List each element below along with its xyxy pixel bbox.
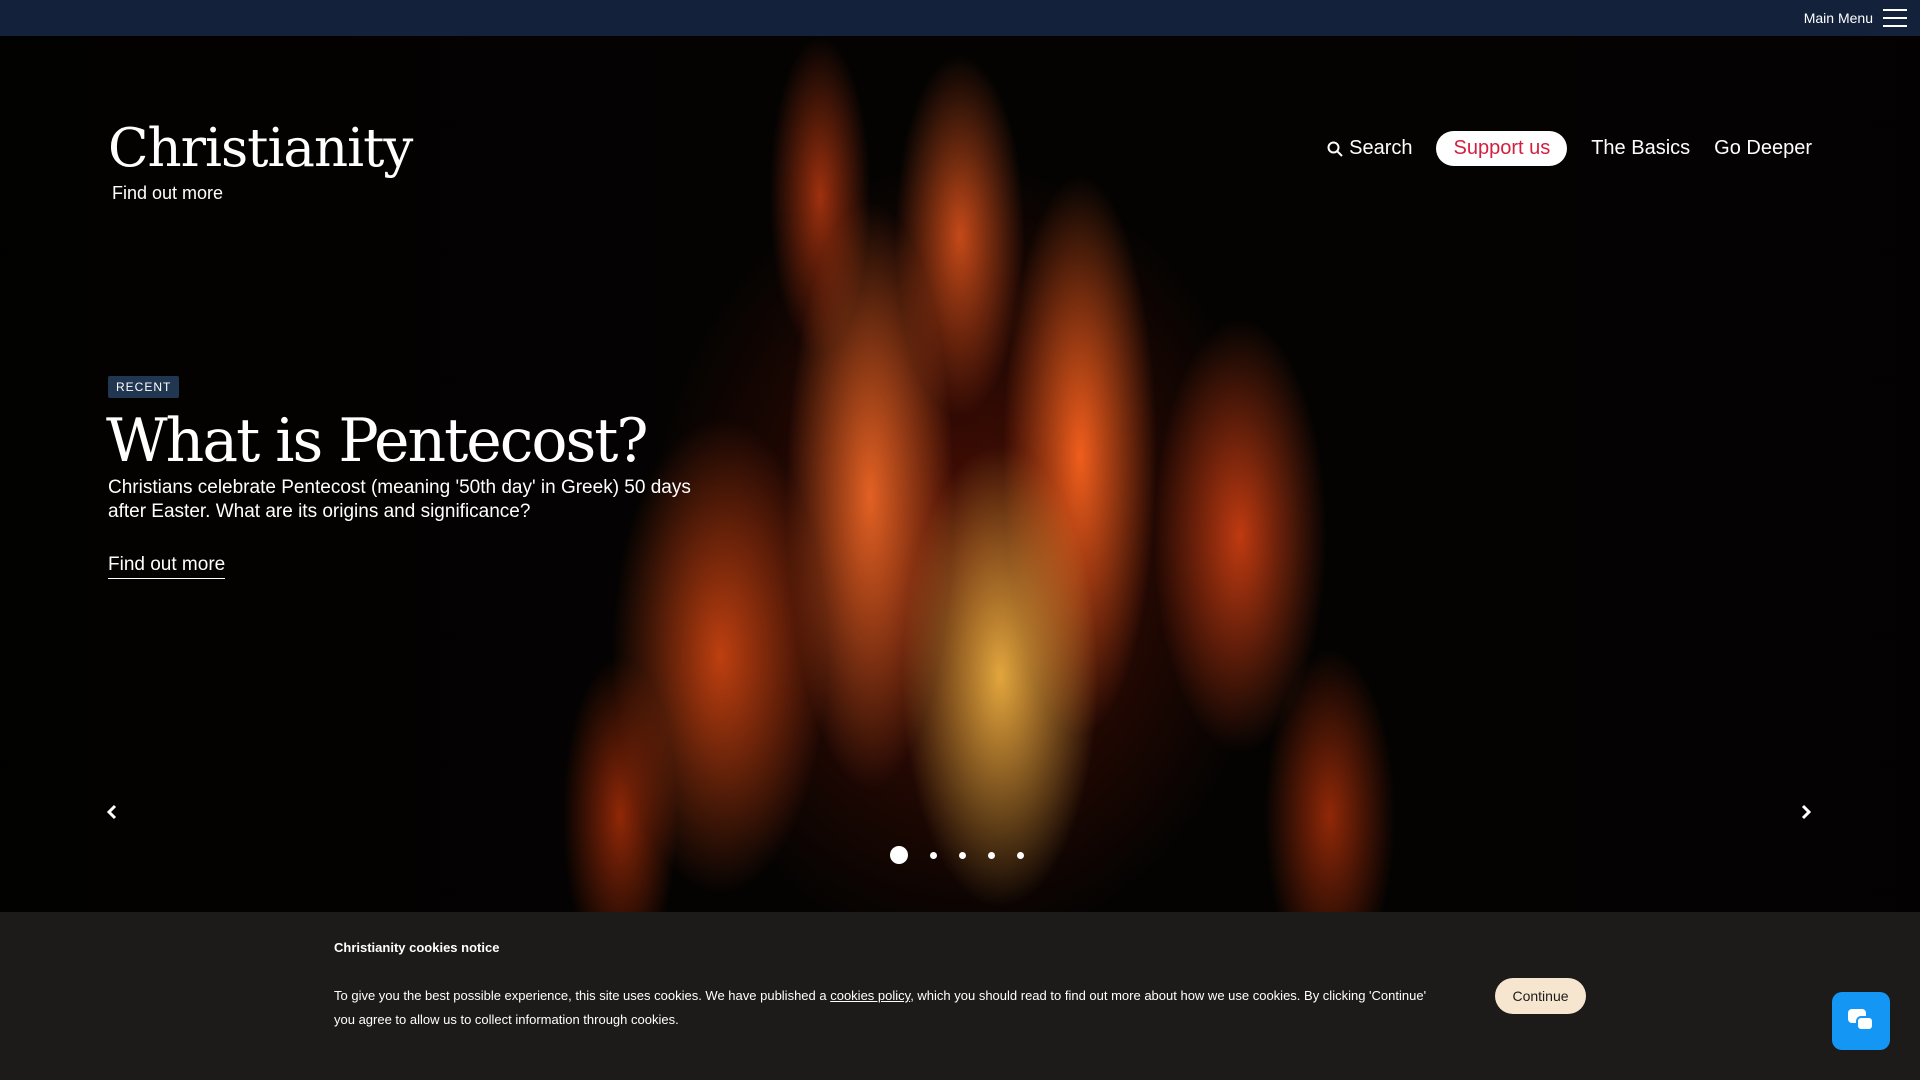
hamburger-icon [1883,9,1907,27]
primary-nav: Search Support us The Basics Go Deeper [1327,131,1812,166]
main-menu-label: Main Menu [1803,10,1873,26]
cookie-title: Christianity cookies notice [334,940,500,955]
chevron-left-icon [106,804,117,820]
recent-badge: RECENT [108,376,180,398]
cookie-text-start: To give you the best possible experience… [334,988,831,1003]
main-menu-button[interactable]: Main Menu [1804,0,1920,36]
cookie-text: To give you the best possible experience… [334,984,1434,1032]
support-us-button[interactable]: Support us [1436,131,1568,166]
carousel-dots [890,846,1024,864]
nav-go-deeper[interactable]: Go Deeper [1714,137,1812,160]
chat-widget-button[interactable] [1832,992,1890,1050]
carousel-prev-button[interactable] [106,802,118,824]
cookie-continue-button[interactable]: Continue [1495,978,1586,1014]
top-bar: Main Menu [0,0,1920,36]
cookie-banner: Christianity cookies notice To give you … [0,912,1920,1080]
logo-title: Christianity [108,118,413,179]
hero-carousel: Christianity Find out more Search Suppor… [0,36,1920,912]
search-label: Search [1349,137,1413,159]
carousel-next-button[interactable] [1800,802,1812,824]
chat-icon [1848,1009,1874,1031]
nav-the-basics[interactable]: The Basics [1591,137,1690,160]
carousel-dot[interactable] [890,846,908,864]
site-logo[interactable]: Christianity Find out more [108,118,413,204]
logo-subtitle: Find out more [112,183,224,203]
hero-cta-link[interactable]: Find out more [108,554,226,579]
carousel-dot[interactable] [930,851,937,859]
search-button[interactable]: Search [1327,137,1412,160]
carousel-dot[interactable] [988,851,995,859]
cookies-policy-link[interactable]: cookies policy [830,988,910,1003]
chevron-right-icon [1801,804,1812,820]
carousel-dot[interactable] [959,851,966,859]
search-icon [1327,141,1343,157]
carousel-dot[interactable] [1017,851,1024,859]
hero-title: What is Pentecost? [106,406,649,476]
hero-description: Christians celebrate Pentecost (meaning … [108,477,691,522]
